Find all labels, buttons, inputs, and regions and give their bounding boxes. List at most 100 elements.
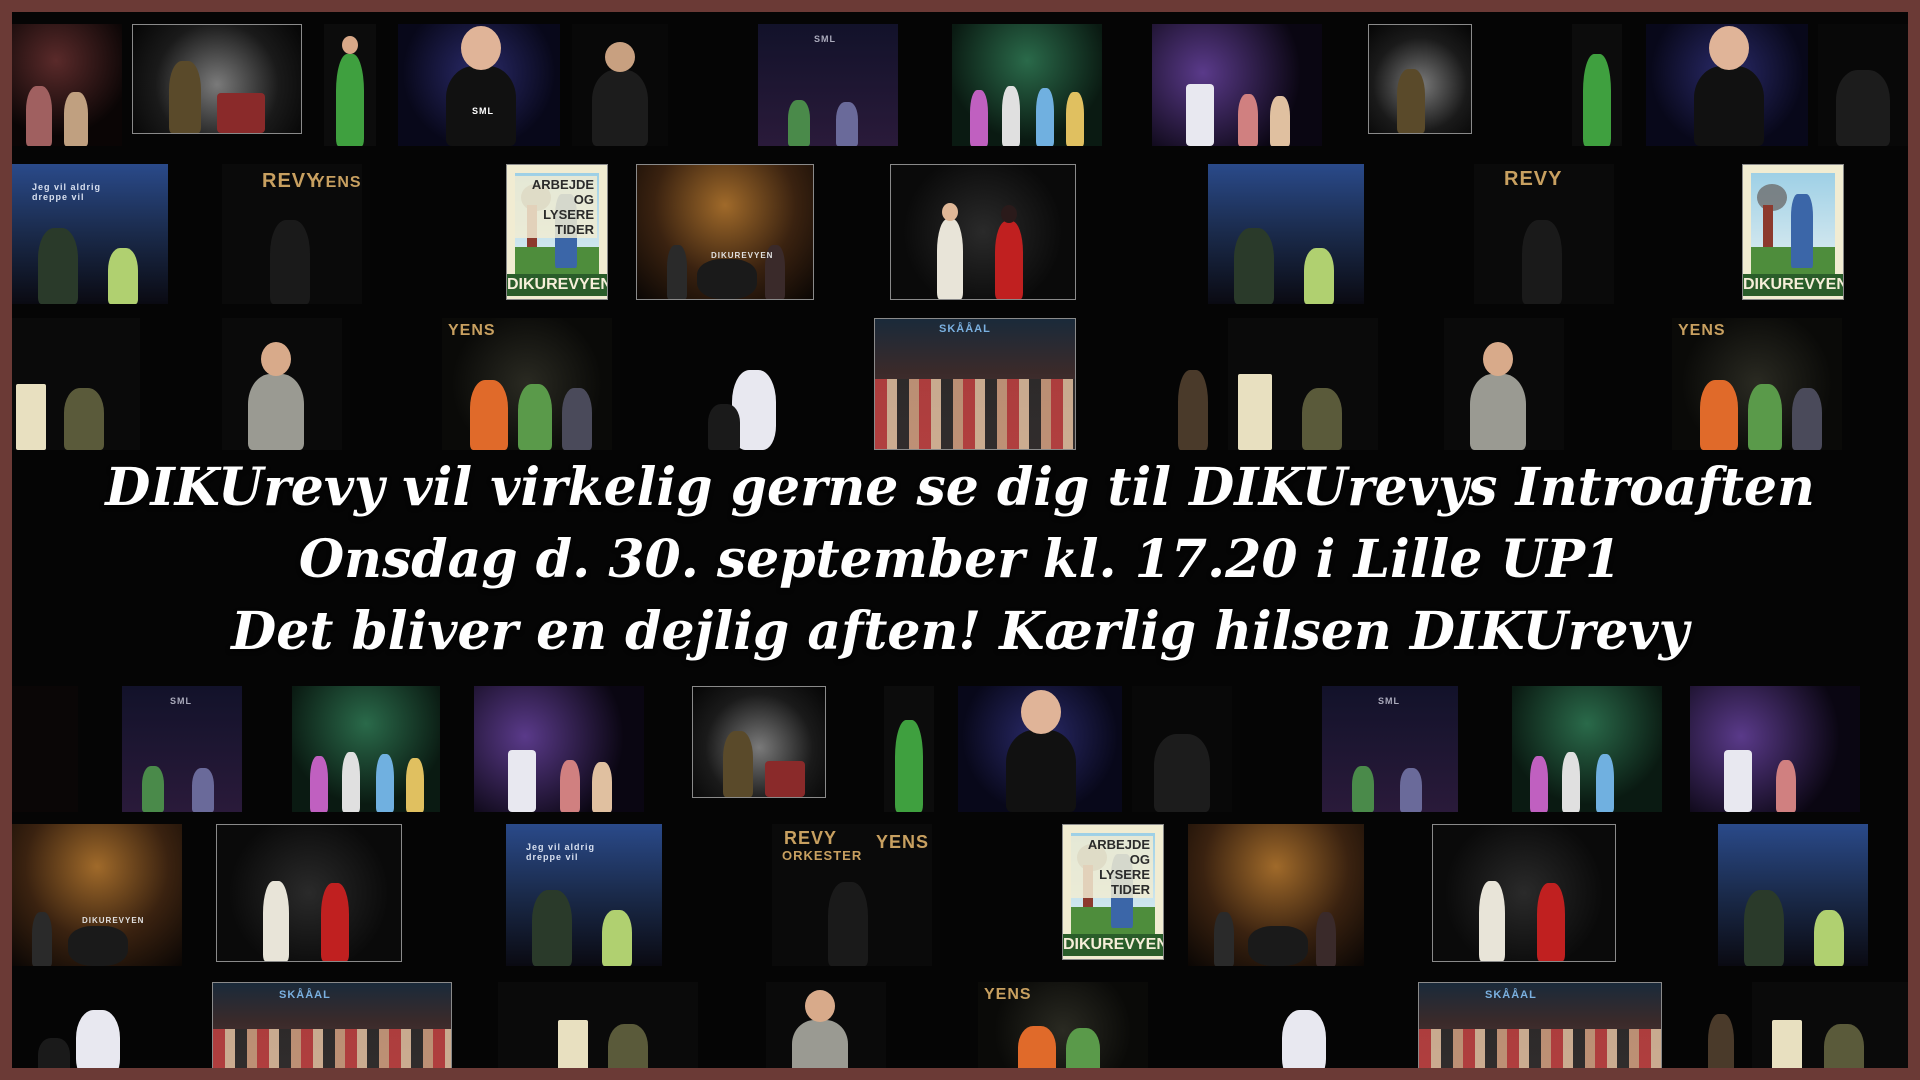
poster-bottom-text: DIKUREVYEN — [1743, 274, 1843, 297]
figure — [518, 384, 552, 450]
table — [217, 93, 265, 133]
figure — [1470, 342, 1526, 450]
band-sign: REVY — [1504, 168, 1563, 190]
figure — [310, 756, 328, 812]
crowd — [875, 379, 1075, 449]
figure — [1700, 380, 1738, 450]
photo-band-stage-c — [1188, 824, 1364, 966]
band-sign-ens: YENS — [876, 832, 930, 852]
figure — [336, 36, 364, 146]
photo-flipchart — [12, 318, 140, 450]
photo-podium — [1152, 24, 1322, 146]
figure — [788, 100, 810, 146]
figure — [342, 752, 360, 812]
photo-podium-b — [474, 686, 644, 812]
photo-band-sign-b: REVY ORKESTER YENS — [772, 824, 932, 966]
drum-logo: DIKUREVYEN — [711, 251, 774, 260]
podium — [1724, 750, 1752, 812]
crowd — [213, 1029, 451, 1068]
figure — [38, 1038, 70, 1068]
head — [805, 990, 835, 1022]
photo-green-shirt-b — [884, 686, 934, 812]
photo-poster-art-repeat: DIKUREVYEN — [1742, 164, 1844, 300]
photo-slide-duo-repeat — [1208, 164, 1364, 304]
photo-dancers-b — [292, 686, 440, 812]
figure — [1708, 1014, 1734, 1068]
stage-screen-text: SML — [170, 696, 192, 706]
figure — [1302, 388, 1342, 450]
head — [342, 36, 358, 54]
figure — [192, 768, 214, 812]
figure — [560, 760, 580, 812]
figure — [1316, 912, 1336, 966]
figure — [1537, 883, 1565, 961]
figure — [64, 388, 104, 450]
figure — [1744, 890, 1784, 966]
figure — [1154, 734, 1210, 812]
figure — [1304, 248, 1334, 304]
figure — [321, 883, 349, 961]
podium — [1186, 84, 1214, 146]
head — [461, 26, 501, 70]
photo-row-5: DIKUREVYEN Jeg vil aldrig dreppe vil REV… — [12, 824, 1908, 966]
headline-text: DIKUrevy vil virkelig gerne se dig til D… — [12, 452, 1908, 668]
photo-dancers-c — [1512, 686, 1662, 812]
stage-screen-text: SML — [814, 34, 836, 44]
figure — [1776, 760, 1796, 812]
photo-flipchart-c — [1752, 982, 1908, 1068]
vase — [1282, 1010, 1326, 1068]
table — [765, 761, 805, 797]
photo-man-mic-b — [766, 982, 886, 1068]
drum-logo: DIKUREVYEN — [82, 916, 145, 925]
poster-worker — [1791, 194, 1813, 269]
figure — [1002, 86, 1020, 146]
photo-flipchart-b — [498, 982, 698, 1068]
figure — [1234, 228, 1274, 304]
figure — [608, 1024, 648, 1068]
slide-text: Jeg vil aldrig dreppe vil — [526, 842, 596, 862]
photo-vase-c — [1252, 982, 1352, 1068]
figure — [1583, 54, 1611, 146]
photo-skaal-crowd-c: SKÅÅAL — [1418, 982, 1662, 1068]
figure — [1066, 92, 1084, 146]
flipchart — [16, 384, 46, 450]
figure — [592, 42, 648, 146]
photo-band-stage: DIKUREVYEN — [636, 164, 814, 300]
figure — [1562, 752, 1580, 812]
figure — [1694, 26, 1764, 146]
figure — [1748, 384, 1782, 450]
figure — [32, 912, 52, 966]
photo-row-3: YENS SKÅÅAL YENS — [12, 318, 1908, 450]
figure — [708, 404, 740, 450]
photo-man-mic — [222, 318, 342, 450]
head — [261, 342, 291, 376]
band-sign: REVY — [262, 170, 321, 192]
flipchart — [558, 1020, 588, 1068]
figure — [1036, 88, 1054, 146]
figure — [1178, 370, 1208, 450]
figure — [1006, 690, 1076, 812]
stage-screen-text: SML — [1378, 696, 1400, 706]
photo-mic-singer: SML — [398, 24, 560, 146]
figure — [406, 758, 424, 812]
drum-kit — [1248, 926, 1308, 966]
figure — [895, 720, 923, 812]
figure — [1214, 912, 1234, 966]
head — [942, 203, 958, 221]
photo-dancers — [952, 24, 1102, 146]
photo-podium-c — [1690, 686, 1860, 812]
figure — [937, 203, 963, 299]
vase — [76, 1010, 120, 1068]
photo-chair-smoke — [132, 24, 302, 134]
headline-line-3: Det bliver en dejlig aften! Kærlig hilse… — [231, 601, 1689, 662]
figure — [970, 90, 988, 146]
figure — [108, 248, 138, 304]
photo-stage-sml-b: SML — [122, 686, 242, 812]
photo-slide-duo: Jeg vil aldrig dreppe vil — [12, 164, 168, 304]
skaal-screen: SKÅÅAL — [939, 323, 991, 335]
headline-line-1: DIKUrevy vil virkelig gerne se dig til D… — [105, 457, 1815, 518]
figure — [532, 890, 572, 966]
figure — [602, 910, 632, 966]
poster-top-text: ARBEJDE OG LYSERE TIDER — [507, 175, 597, 238]
poster-bottom-text: DIKUREVYEN — [1063, 934, 1163, 957]
